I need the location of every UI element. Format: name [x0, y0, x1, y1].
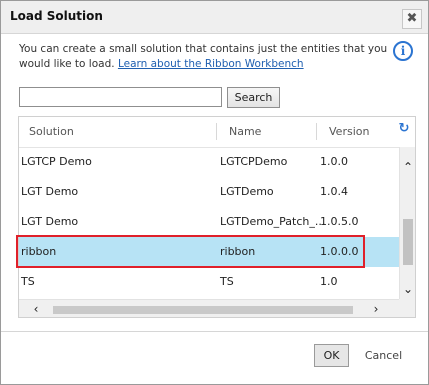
cell-name: TS	[220, 275, 234, 288]
cell-version: 1.0.4	[320, 185, 348, 198]
footer-divider	[1, 331, 428, 332]
cell-name: LGTCPDemo	[220, 155, 288, 168]
cell-name: ribbon	[220, 245, 256, 258]
column-divider[interactable]	[216, 123, 217, 140]
scroll-down-icon[interactable]: ⌄	[400, 281, 415, 297]
solutions-grid: Solution Name Version ↻ LGTCP Demo LGTCP…	[18, 116, 416, 318]
column-header-version[interactable]: Version	[329, 125, 369, 138]
column-divider[interactable]	[316, 123, 317, 140]
horizontal-scrollbar[interactable]: ‹ ›	[19, 299, 399, 317]
info-icon[interactable]: i	[393, 41, 413, 61]
grid-header: Solution Name Version ↻	[19, 117, 415, 148]
cancel-button[interactable]: Cancel	[361, 344, 406, 367]
scroll-left-icon[interactable]: ‹	[27, 300, 45, 317]
cell-name: LGTDemo	[220, 185, 274, 198]
column-header-name[interactable]: Name	[229, 125, 261, 138]
cell-version: 1.0.0	[320, 155, 348, 168]
cell-version: 1.0	[320, 275, 338, 288]
dialog-title: Load Solution	[10, 9, 103, 23]
cell-solution: LGT Demo	[21, 185, 79, 198]
table-row[interactable]: LGTCP Demo LGTCPDemo 1.0.0	[19, 147, 399, 177]
cell-version: 1.0.0.0	[320, 245, 359, 258]
scroll-up-icon[interactable]: ⌃	[400, 159, 415, 175]
scroll-right-icon[interactable]: ›	[367, 300, 385, 317]
cell-name: LGTDemo_Patch_...	[220, 215, 326, 228]
cell-solution: LGTCP Demo	[21, 155, 92, 168]
load-solution-dialog: Load Solution ✖ You can create a small s…	[0, 0, 429, 385]
close-icon[interactable]: ✖	[402, 9, 422, 29]
column-header-solution[interactable]: Solution	[29, 125, 74, 138]
search-input[interactable]	[19, 87, 222, 107]
cell-solution: TS	[21, 275, 35, 288]
cell-version: 1.0.5.0	[320, 215, 359, 228]
vertical-scrollbar[interactable]: ⌃ ⌄	[399, 147, 415, 299]
table-row[interactable]: LGT Demo LGTDemo_Patch_... 1.0.5.0	[19, 207, 399, 237]
cell-solution: ribbon	[21, 245, 57, 258]
cell-solution: LGT Demo	[21, 215, 79, 228]
table-row[interactable]: LGT Demo LGTDemo 1.0.4	[19, 177, 399, 207]
scrollbar-corner	[399, 299, 415, 317]
search-button[interactable]: Search	[227, 87, 280, 108]
horizontal-scroll-thumb[interactable]	[53, 306, 353, 314]
table-row[interactable]: TS TS 1.0	[19, 267, 399, 297]
refresh-icon[interactable]: ↻	[397, 122, 411, 136]
grid-rows: LGTCP Demo LGTCPDemo 1.0.0 LGT Demo LGTD…	[19, 147, 399, 299]
vertical-scroll-thumb[interactable]	[403, 219, 413, 265]
title-bar: Load Solution ✖	[1, 1, 428, 34]
table-row-selected[interactable]: ribbon ribbon 1.0.0.0	[19, 237, 399, 267]
ok-button[interactable]: OK	[314, 344, 349, 367]
ribbon-workbench-link[interactable]: Learn about the Ribbon Workbench	[118, 58, 304, 70]
description: You can create a small solution that con…	[19, 42, 389, 72]
